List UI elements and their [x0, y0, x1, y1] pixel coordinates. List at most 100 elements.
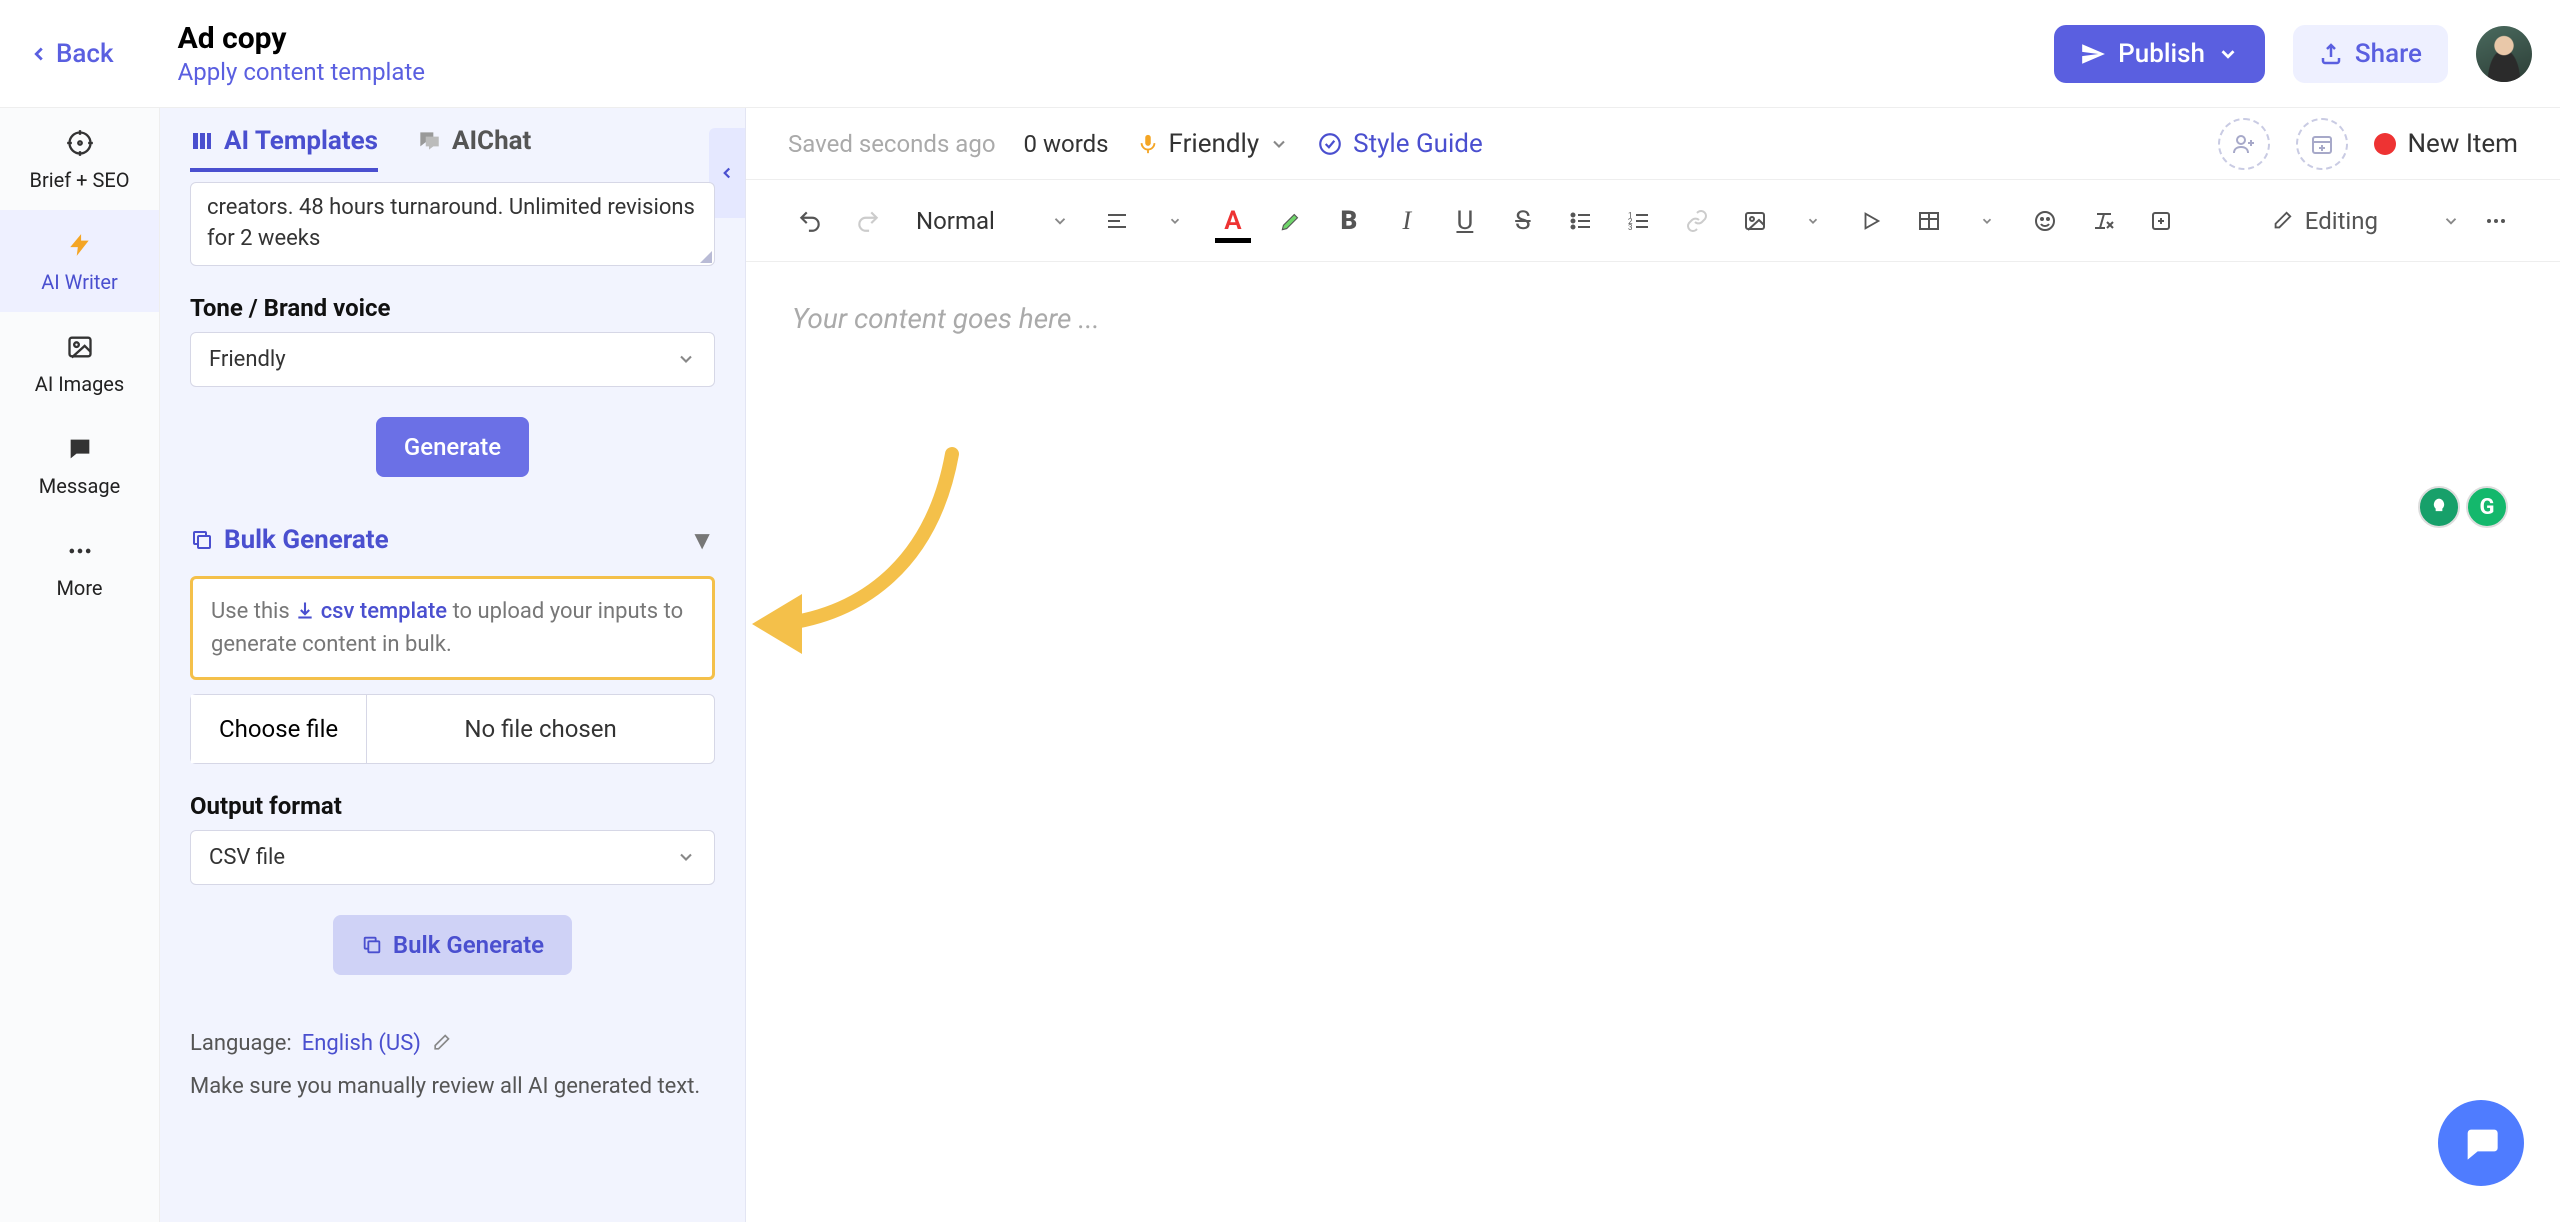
more-options-button[interactable] — [2474, 199, 2518, 243]
table-icon — [1917, 209, 1941, 233]
highlight-button[interactable] — [1269, 199, 1313, 243]
image-icon — [1743, 209, 1767, 233]
undo-button[interactable] — [788, 199, 832, 243]
dots-icon — [2484, 209, 2508, 233]
tab-ai-templates[interactable]: AI Templates — [190, 126, 378, 172]
nav-label: More — [56, 576, 102, 600]
highlighter-icon — [1278, 208, 1304, 234]
align-button[interactable] — [1095, 199, 1139, 243]
grammarly-icon: G — [2480, 495, 2495, 520]
tab-ai-chat[interactable]: AIChat — [416, 126, 531, 172]
target-icon — [63, 126, 97, 160]
paragraph-style-select[interactable]: Normal — [904, 207, 1081, 235]
editor-column: Saved seconds ago 0 words Friendly Style… — [746, 108, 2560, 1222]
csv-template-link[interactable]: csv template — [321, 599, 447, 624]
pencil-icon — [2271, 210, 2293, 232]
grammarly-badge[interactable]: G — [2466, 486, 2508, 528]
publish-label: Publish — [2118, 39, 2205, 69]
saved-indicator: Saved seconds ago — [788, 130, 996, 158]
assistant-badges: G — [2418, 486, 2508, 528]
editing-mode-label: Editing — [2305, 207, 2378, 235]
nav-label: AI Writer — [41, 270, 118, 294]
apply-content-template-link[interactable]: Apply content template — [178, 58, 425, 86]
language-row: Language: English (US) — [190, 1031, 715, 1056]
numbered-list-icon: 123 — [1627, 209, 1651, 233]
nav-message[interactable]: Message — [0, 414, 159, 516]
emoji-icon — [2033, 209, 2057, 233]
clear-format-icon — [2091, 209, 2115, 233]
insert-block-icon — [2149, 209, 2173, 233]
back-button[interactable]: Back — [28, 39, 114, 69]
align-left-icon — [1105, 209, 1129, 233]
nav-label: AI Images — [35, 372, 124, 396]
download-icon — [295, 600, 315, 620]
callout-prefix: Use this — [211, 599, 295, 624]
page-title: Ad copy — [178, 21, 425, 56]
nav-label: Brief + SEO — [30, 168, 130, 192]
add-date-button[interactable] — [2296, 118, 2348, 170]
chevron-down-icon — [1168, 214, 1182, 228]
image-button[interactable] — [1733, 199, 1777, 243]
editor-content[interactable]: Your content goes here ... — [746, 262, 2560, 375]
bold-button[interactable]: B — [1327, 199, 1371, 243]
bulk-generate-button[interactable]: Bulk Generate — [333, 915, 572, 975]
ai-panel: AI Templates AIChat creators. 48 hours t… — [160, 108, 746, 1222]
style-guide-button[interactable]: Style Guide — [1317, 129, 1483, 159]
numbered-list-button[interactable]: 123 — [1617, 199, 1661, 243]
bulk-generate-header[interactable]: Bulk Generate ▼ — [190, 525, 715, 556]
tone-selector[interactable]: Friendly — [1137, 129, 1290, 159]
underline-icon: U — [1456, 206, 1473, 236]
link-button[interactable] — [1675, 199, 1719, 243]
align-dropdown[interactable] — [1153, 199, 1197, 243]
language-value[interactable]: English (US) — [302, 1031, 421, 1056]
ai-disclaimer: Make sure you manually review all AI gen… — [190, 1070, 715, 1103]
chevron-left-icon — [718, 161, 736, 185]
redo-button[interactable] — [846, 199, 890, 243]
chevron-down-icon — [1980, 214, 1994, 228]
share-button[interactable]: Share — [2293, 25, 2448, 83]
tab-label: AI Templates — [224, 126, 378, 156]
edit-icon[interactable] — [431, 1033, 451, 1053]
clear-format-button[interactable] — [2081, 199, 2125, 243]
nav-more[interactable]: More — [0, 516, 159, 618]
output-format-select[interactable]: CSV file — [190, 830, 715, 885]
chat-launcher-button[interactable] — [2438, 1100, 2524, 1186]
emoji-button[interactable] — [2023, 199, 2067, 243]
insert-block-button[interactable] — [2139, 199, 2183, 243]
chat-icon — [63, 432, 97, 466]
user-plus-icon — [2232, 132, 2256, 156]
chevron-down-icon — [2217, 43, 2239, 65]
lightbulb-icon — [2429, 497, 2449, 517]
editing-mode-select[interactable]: Editing — [2271, 207, 2460, 235]
nav-ai-writer[interactable]: AI Writer — [0, 210, 159, 312]
file-status-text: No file chosen — [367, 695, 714, 763]
chevron-down-icon — [1051, 212, 1069, 230]
strikethrough-button[interactable]: S — [1501, 199, 1545, 243]
image-icon — [63, 330, 97, 364]
bullet-list-button[interactable] — [1559, 199, 1603, 243]
generate-button[interactable]: Generate — [376, 417, 529, 477]
dots-icon — [63, 534, 97, 568]
hint-badge[interactable] — [2418, 486, 2460, 528]
text-color-button[interactable]: A — [1211, 199, 1255, 243]
nav-ai-images[interactable]: AI Images — [0, 312, 159, 414]
description-textarea[interactable]: creators. 48 hours turnaround. Unlimited… — [190, 182, 715, 266]
video-button[interactable] — [1849, 199, 1893, 243]
play-icon — [1860, 210, 1882, 232]
mic-icon — [1137, 130, 1159, 158]
back-label: Back — [56, 39, 114, 69]
user-avatar[interactable] — [2476, 26, 2532, 82]
add-user-button[interactable] — [2218, 118, 2270, 170]
bold-icon: B — [1340, 206, 1357, 236]
publish-button[interactable]: Publish — [2054, 25, 2265, 83]
tone-select[interactable]: Friendly — [190, 332, 715, 387]
image-dropdown[interactable] — [1791, 199, 1835, 243]
italic-button[interactable]: I — [1385, 199, 1429, 243]
choose-file-button[interactable]: Choose file — [191, 695, 367, 763]
item-status-selector[interactable]: New Item — [2374, 129, 2519, 159]
table-button[interactable] — [1907, 199, 1951, 243]
tab-label: AIChat — [452, 126, 531, 156]
table-dropdown[interactable] — [1965, 199, 2009, 243]
nav-brief-seo[interactable]: Brief + SEO — [0, 108, 159, 210]
underline-button[interactable]: U — [1443, 199, 1487, 243]
